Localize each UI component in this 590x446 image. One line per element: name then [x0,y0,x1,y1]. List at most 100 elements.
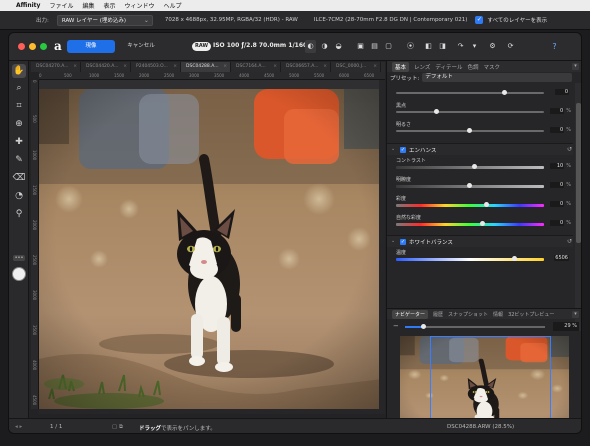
slider-knob[interactable] [502,90,508,95]
tab-32bit-preview[interactable]: 32ビットプレビュー [508,311,554,318]
slider-value[interactable]: 0% [547,220,571,228]
page-nav-arrows-icon[interactable]: ◂ ▸ [15,424,22,430]
tab-snapshots[interactable]: スナップショット [448,311,488,318]
tab-history[interactable]: 履歴 [433,311,443,318]
panel-scrollbar-thumb[interactable] [576,103,581,243]
output-select[interactable]: RAW レイヤー (埋め込み) ⌄ [56,14,153,26]
section-white-balance[interactable]: ⌄ ✓ ホワイトバランス ↺ [387,235,573,247]
menu-view[interactable]: 表示 [103,1,115,10]
flip-icon[interactable]: ◨ [437,40,448,53]
reset-icon[interactable]: ↺ [567,238,572,245]
zoom-value[interactable]: 29 % [553,322,579,331]
white-balance-picker-icon[interactable]: ⚲ [12,207,26,221]
compare-icon[interactable]: ◧ [423,40,434,53]
cancel-button[interactable]: キャンセル [121,40,161,53]
photo-canvas[interactable] [39,89,383,409]
overlay-settings-icon[interactable]: ⚙ [487,40,498,53]
clipping-midtones-icon[interactable]: ◑ [319,40,330,53]
slider-value-box[interactable]: 0 [550,108,565,114]
zoom-window-button[interactable] [40,43,47,50]
panel-menu-icon[interactable]: ▾ [572,63,579,70]
slider-track[interactable] [396,223,544,226]
close-tab-icon[interactable]: × [323,62,327,72]
close-tab-icon[interactable]: × [123,62,127,72]
show-all-layers-checkbox[interactable]: ✓ [475,16,484,24]
color-swatch[interactable] [12,267,26,281]
zoom-slider-knob[interactable] [421,324,427,329]
menu-help[interactable]: ヘルプ [164,1,182,10]
tab-info[interactable]: 情報 [493,311,503,318]
slider-value[interactable]: 0% [547,108,571,116]
crop-icon[interactable]: ⌗ [12,99,26,113]
panel-scrollbar[interactable] [575,83,581,331]
blemish-icon[interactable]: ✚ [12,135,26,149]
develop-button[interactable]: 現像 [67,40,115,53]
slider-track[interactable] [396,166,544,169]
close-window-button[interactable] [18,43,25,50]
split-view-icon[interactable]: ▣ [355,40,366,53]
slider-track[interactable] [396,204,544,207]
tab-lens[interactable]: レンズ [414,63,430,71]
slider-knob[interactable] [466,128,472,133]
red-eye-icon[interactable]: ⊕ [12,117,26,131]
section-enable-checkbox[interactable]: ✓ [400,147,406,153]
slider-track[interactable] [396,111,544,113]
status-icons[interactable]: ▢ ⧉ [112,424,123,431]
document-tab[interactable]: DSC04420.A... × [81,62,131,72]
slider-value-box[interactable]: 0 [550,182,565,188]
slider-value[interactable]: 10% [547,163,571,171]
zoom-icon[interactable]: ⌕ [12,81,26,95]
menu-window[interactable]: ウィンドウ [125,1,155,10]
document-tab[interactable]: DSC04270.A... × [31,62,81,72]
preset-select[interactable]: デフォルト [422,73,573,82]
dropdown-icon[interactable]: ▾ [469,40,480,53]
menu-edit[interactable]: 編集 [82,1,94,10]
reset-icon[interactable]: ↺ [567,146,572,153]
horizontal-scrollbar[interactable] [39,409,385,414]
slider-track[interactable] [396,258,544,261]
slider-value[interactable]: 6506 [547,255,571,263]
tab-details[interactable]: ディテール [435,63,462,71]
document-tab[interactable]: DSC_0000.J... × [331,62,381,72]
section-enhance[interactable]: ⌄ ✓ エンハンス ↺ [387,143,573,155]
document-tab[interactable]: DSC06657.A... × [281,62,331,72]
document-tab[interactable]: DSC04288.A... × [181,62,231,72]
slider-track[interactable] [396,92,544,94]
gradient-icon[interactable]: ◔ [12,189,26,203]
slider-value[interactable]: 0% [547,201,571,209]
sync-icon[interactable]: ⟳ [505,40,516,53]
slider-value-box[interactable]: 10 [550,163,565,169]
undo-redo-icon[interactable]: ↷ [455,40,466,53]
close-tab-icon[interactable]: × [173,62,177,72]
slider-value-box[interactable]: 6506 [554,255,569,261]
help-icon[interactable]: ? [549,40,560,53]
clipping-highlights-icon[interactable]: ◐ [305,40,316,53]
slider-value[interactable]: 0% [547,127,571,135]
minimize-window-button[interactable] [29,43,36,50]
navigator-menu-icon[interactable]: ▾ [572,311,579,318]
close-tab-icon[interactable]: × [223,62,227,72]
clipping-shadows-icon[interactable]: ◒ [333,40,344,53]
close-tab-icon[interactable]: × [73,62,77,72]
overlay-erase-icon[interactable]: ⌫ [12,171,26,185]
slider-knob[interactable] [466,183,472,188]
tab-mask[interactable]: マスク [484,63,501,71]
section-enable-checkbox[interactable]: ✓ [400,239,406,245]
slider-value-box[interactable]: 0 [550,201,565,207]
pin-icon[interactable]: ⦿ [405,40,416,53]
slider-value[interactable]: 0% [547,182,571,190]
slider-value-box[interactable]: 0 [555,89,569,95]
overlay-paint-icon[interactable]: ✎ [12,153,26,167]
slider-knob[interactable] [433,109,439,114]
close-tab-icon[interactable]: × [273,62,277,72]
single-view-icon[interactable]: ▢ [383,40,394,53]
more-tools-icon[interactable]: ••• [13,255,25,261]
document-tab[interactable]: DSC7164.A... × [231,62,281,72]
menu-app-name[interactable]: Affinity [16,2,40,9]
document-tab[interactable]: P2404503.O... × [131,62,181,72]
hand-icon[interactable]: ✋ [12,64,26,78]
chevron-down-icon[interactable]: ⌄ [391,238,395,244]
zoom-out-icon[interactable]: − [393,322,399,330]
tab-basic[interactable]: 基本 [392,61,410,72]
menu-file[interactable]: ファイル [49,1,73,10]
